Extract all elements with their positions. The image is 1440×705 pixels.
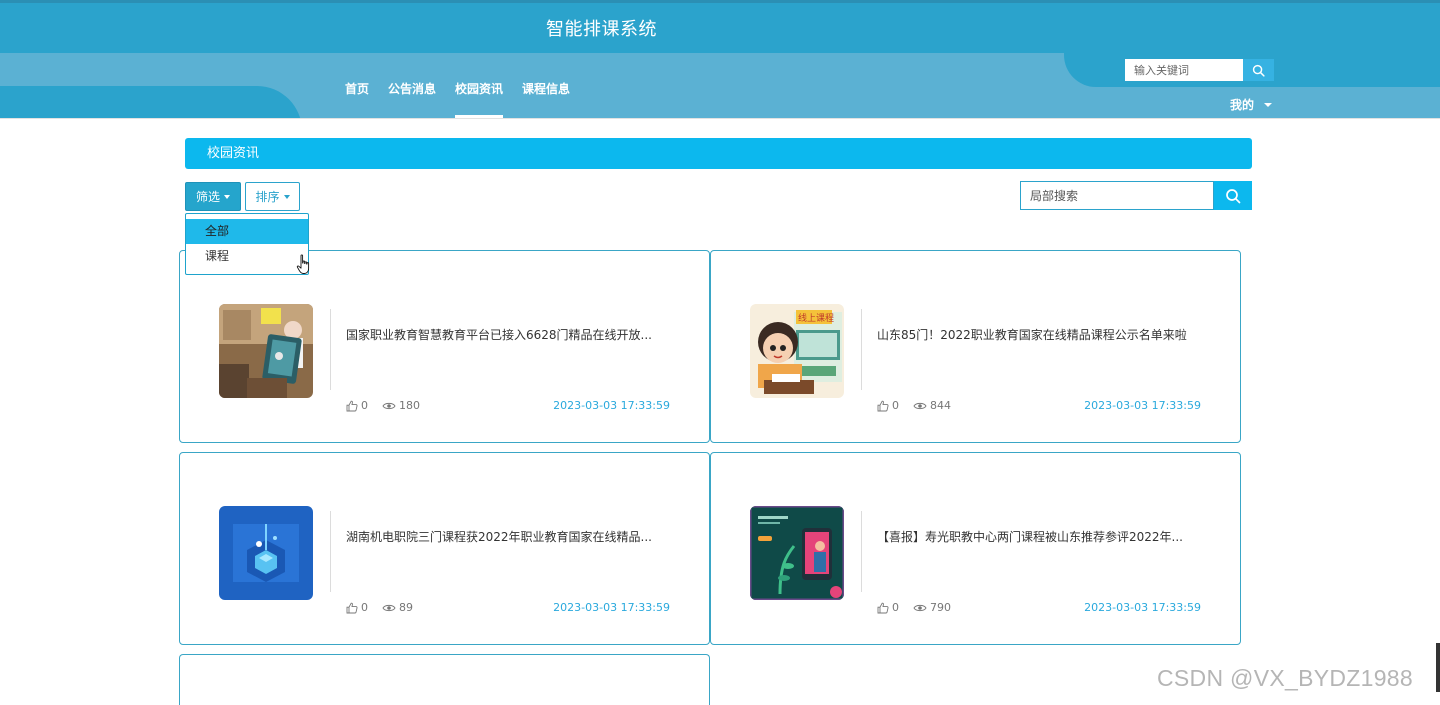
header-search-button[interactable]	[1243, 59, 1274, 81]
header-search	[1125, 59, 1274, 81]
chevron-down-icon	[283, 194, 290, 199]
search-icon	[1226, 188, 1241, 203]
news-thumbnail	[750, 506, 844, 600]
thumbs-up-icon	[877, 400, 889, 411]
news-thumbnail	[219, 304, 313, 398]
filter-option-course[interactable]: 课程	[186, 244, 308, 269]
like-count: 0	[892, 399, 899, 412]
news-stats: 0 180	[346, 399, 434, 412]
news-title[interactable]: 国家职业教育智慧教育平台已接入6628门精品在线开放...	[346, 326, 671, 343]
card-divider	[861, 309, 862, 390]
card-divider	[330, 511, 331, 592]
thumb-label: 线上课程	[798, 312, 834, 324]
news-stats: 0 790	[877, 601, 965, 614]
watermark: CSDN @VX_BYDZ1988	[1157, 665, 1413, 691]
nav-item-campus-news[interactable]: 校园资讯	[455, 72, 504, 119]
user-menu-label: 我的	[1230, 98, 1255, 112]
header-divider	[0, 118, 1440, 119]
site-header: 智能排课系统 首页 公告消息 校园资讯 课程信息 我的	[0, 0, 1440, 119]
header-left-decor	[0, 86, 302, 119]
view-count: 844	[930, 399, 951, 412]
news-card[interactable]: 【喜报】寿光职教中心两门课程被山东推荐参评2022年... 0 790 2023…	[710, 452, 1241, 645]
news-stats: 0 844	[877, 399, 965, 412]
header-search-input[interactable]	[1125, 59, 1243, 81]
view-count: 180	[399, 399, 420, 412]
eye-icon	[913, 604, 927, 611]
view-count: 790	[930, 601, 951, 614]
news-title[interactable]: 山东85门！2022职业教育国家在线精品课程公示名单来啦	[877, 326, 1202, 343]
news-card[interactable]: 线上课程 山东85门！2022职业教育国家在线精品课程公示名单来啦 0 844 …	[710, 250, 1241, 443]
filter-button-label: 筛选	[195, 190, 220, 204]
local-search-button[interactable]	[1214, 181, 1252, 210]
news-title[interactable]: 【喜报】寿光职教中心两门课程被山东推荐参评2022年...	[877, 528, 1202, 545]
section-title: 校园资讯	[185, 138, 1252, 169]
sort-button-label: 排序	[255, 190, 280, 204]
news-stats: 0 89	[346, 601, 427, 614]
like-count: 0	[361, 399, 368, 412]
thumbs-up-icon	[877, 602, 889, 613]
like-count: 0	[892, 601, 899, 614]
news-card[interactable]: 湖南机电职院三门课程获2022年职业教育国家在线精品... 0 89 2023-…	[179, 452, 710, 645]
local-search	[1020, 181, 1252, 210]
nav-item-home[interactable]: 首页	[345, 72, 369, 119]
news-card[interactable]	[179, 654, 710, 705]
news-thumbnail: 线上课程	[750, 304, 844, 398]
news-date: 2023-03-03 17:33:59	[1084, 399, 1201, 412]
card-divider	[330, 309, 331, 390]
user-menu[interactable]: 我的	[1230, 96, 1273, 113]
news-date: 2023-03-03 17:33:59	[553, 601, 670, 614]
card-divider	[861, 511, 862, 592]
main-nav: 首页 公告消息 校园资讯 课程信息	[345, 72, 589, 119]
chevron-down-icon	[224, 194, 230, 199]
header-top-line	[0, 0, 1440, 3]
filter-dropdown-menu: 全部 课程	[185, 213, 309, 275]
search-icon	[1252, 64, 1265, 77]
nav-item-courses[interactable]: 课程信息	[522, 72, 570, 119]
eye-icon	[913, 402, 927, 409]
local-search-input[interactable]	[1020, 181, 1214, 210]
like-count: 0	[361, 601, 368, 614]
site-title: 智能排课系统	[546, 19, 657, 40]
eye-icon	[382, 604, 396, 611]
scrollbar-thumb[interactable]	[1436, 643, 1440, 692]
news-title[interactable]: 湖南机电职院三门课程获2022年职业教育国家在线精品...	[346, 528, 671, 545]
news-date: 2023-03-03 17:33:59	[553, 399, 670, 412]
view-count: 89	[399, 601, 413, 614]
news-thumbnail	[219, 506, 313, 600]
thumbs-up-icon	[346, 400, 358, 411]
nav-item-announcements[interactable]: 公告消息	[388, 72, 436, 119]
thumbs-up-icon	[346, 602, 358, 613]
news-date: 2023-03-03 17:33:59	[1084, 601, 1201, 614]
news-card[interactable]: 国家职业教育智慧教育平台已接入6628门精品在线开放... 0 180 2023…	[179, 250, 710, 443]
filter-option-all[interactable]: 全部	[186, 219, 308, 244]
sort-button[interactable]: 排序	[245, 182, 300, 211]
filter-button[interactable]: 筛选	[185, 182, 241, 211]
hand-cursor-icon	[296, 254, 310, 274]
eye-icon	[382, 402, 396, 409]
chevron-down-icon	[1264, 102, 1273, 107]
